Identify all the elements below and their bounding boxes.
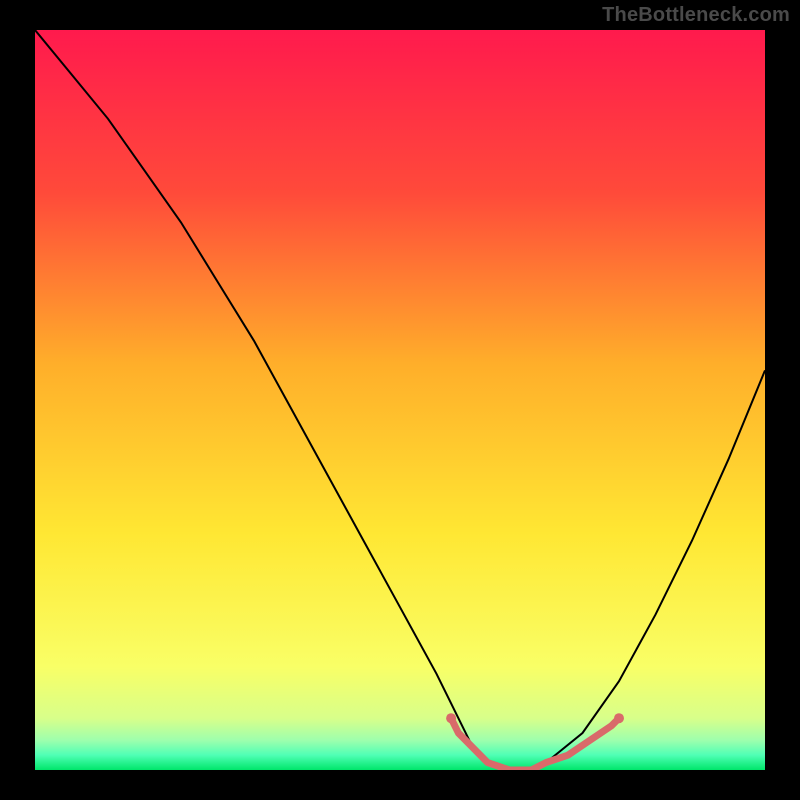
- gradient-background: [35, 30, 765, 770]
- min-band-left-dot: [446, 713, 456, 723]
- plot-area: [35, 30, 765, 770]
- chart-frame: TheBottleneck.com: [0, 0, 800, 800]
- min-band-right-dot: [614, 713, 624, 723]
- chart-svg: [35, 30, 765, 770]
- watermark-text: TheBottleneck.com: [602, 4, 790, 27]
